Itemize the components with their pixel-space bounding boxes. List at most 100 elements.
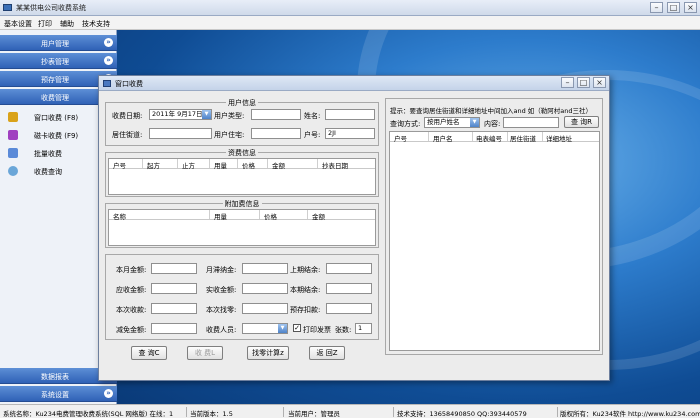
column-header: 户号 <box>394 135 407 143</box>
user-info-group: 用户信息 收费日期: 2011年 9月17日 ▼ 用户类型: 姓名: 居住街道: … <box>105 99 379 146</box>
query-hint: 提示：要查询居住街道和详细地址中间加入and 如（勒阿村and三社） <box>390 107 593 115</box>
query-mode-select[interactable]: 按用户姓名 ▼ <box>424 117 480 128</box>
street-label: 居住街道: <box>112 131 143 139</box>
dialog-title: 窗口收费 <box>115 80 143 88</box>
actual-amount-label: 实收金额: <box>206 286 237 294</box>
app-title: 某某供电公司收费系统 <box>16 4 86 12</box>
column-header: 金额 <box>272 162 285 170</box>
due-amount-field[interactable] <box>151 283 197 294</box>
window-charge-dialog: 窗口收费 – □ × 用户信息 收费日期: 2011年 9月17日 ▼ 用户类型:… <box>98 75 610 381</box>
user-results-grid[interactable]: 户号 用户名 电表编号 居住街道 详细地址 <box>389 131 600 351</box>
dialog-close-button[interactable]: × <box>593 77 606 88</box>
column-header: 名称 <box>113 213 126 221</box>
back-button[interactable]: 返 回Z <box>309 346 345 360</box>
status-system: 系统名称：Ku234电费管理收费系统(SQL 网络版) 在线：1 <box>3 410 174 418</box>
copies-field[interactable]: 1 <box>355 323 372 334</box>
billing-grid[interactable]: 户号 起方 止方 用量 价格 金额 抄表日期 <box>108 158 376 195</box>
calculate-change-button[interactable]: 找零计算z <box>247 346 289 360</box>
status-operator: 当前用户：管理员 <box>288 410 340 418</box>
change-label: 本次找零: <box>206 306 237 314</box>
app-title-bar: 某某供电公司收费系统 – □ × <box>0 0 700 16</box>
status-version: 当前版本：1.5 <box>190 410 233 418</box>
prev-balance-label: 上期结余: <box>290 266 321 274</box>
extra-fees-title: 附加费信息 <box>222 200 262 208</box>
address-field[interactable] <box>251 128 301 139</box>
dropdown-arrow-icon: ▼ <box>470 118 479 127</box>
column-header: 起方 <box>147 162 160 170</box>
sidebar-group-user-management[interactable]: 用户管理» <box>0 35 117 51</box>
column-header: 电表编号 <box>476 135 502 143</box>
late-fee-field[interactable] <box>242 263 288 274</box>
print-invoice-label: 打印发票 <box>303 326 331 334</box>
this-balance-field[interactable] <box>326 283 372 294</box>
house-number-label: 户号: <box>304 131 321 139</box>
column-header: 用户名 <box>433 135 453 143</box>
this-balance-label: 本期结余: <box>290 286 321 294</box>
maximize-button[interactable]: □ <box>667 2 680 13</box>
actual-amount-field[interactable] <box>242 283 288 294</box>
received-field[interactable] <box>151 303 197 314</box>
dialog-icon <box>103 80 111 87</box>
house-number-field[interactable]: 2JI <box>325 128 375 139</box>
column-header: 价格 <box>242 162 255 170</box>
prev-balance-field[interactable] <box>326 263 372 274</box>
sidebar-group-meter-reading[interactable]: 抄表管理» <box>0 53 117 69</box>
street-field[interactable] <box>149 128 212 139</box>
menu-print[interactable]: 打印 <box>38 19 52 29</box>
charge-date-picker[interactable]: 2011年 9月17日 ▼ <box>149 109 212 120</box>
totals-group: 本月金额: 月滞纳金: 上期结余: 应收金额: 实收金额: 本期结余: 本次收款… <box>105 254 379 340</box>
extra-fees-grid[interactable]: 名称 用量 价格 金额 <box>108 209 376 246</box>
menu-assist[interactable]: 辅助 <box>60 19 74 29</box>
name-field[interactable] <box>325 109 375 120</box>
user-results-header: 户号 用户名 电表编号 居住街道 详细地址 <box>390 132 599 143</box>
chevron-icon: » <box>104 56 113 65</box>
extra-fees-grid-header: 名称 用量 价格 金额 <box>109 210 375 221</box>
status-copyright: 版权所有：Ku234软件 http://www.ku234.com/ <box>560 410 700 418</box>
address-label: 用户住宅: <box>214 131 245 139</box>
user-type-field[interactable] <box>251 109 301 120</box>
extra-fees-group: 附加费信息 名称 用量 价格 金额 <box>105 200 379 248</box>
user-type-label: 用户类型: <box>214 112 245 120</box>
change-field[interactable] <box>242 303 288 314</box>
copies-label: 张数: <box>335 326 352 334</box>
dialog-title-bar: 窗口收费 – □ × <box>99 76 609 91</box>
column-header: 详细地址 <box>546 135 572 143</box>
billing-grid-header: 户号 起方 止方 用量 价格 金额 抄表日期 <box>109 159 375 170</box>
charge-date-label: 收费日期: <box>112 112 143 120</box>
cashier-label: 收费人员: <box>206 326 237 334</box>
query-content-label: 内容: <box>484 120 501 128</box>
app-icon <box>3 4 12 11</box>
column-header: 止方 <box>182 162 195 170</box>
print-invoice-checkbox[interactable]: ✓ <box>293 324 301 332</box>
dropdown-arrow-icon: ▼ <box>278 324 287 333</box>
menu-tech-support[interactable]: 技术支持 <box>82 19 110 29</box>
search-users-icon <box>8 166 18 176</box>
sidebar-group-system-settings[interactable]: 系统设置» <box>0 386 117 402</box>
received-label: 本次收款: <box>116 306 147 314</box>
query-button[interactable]: 查 询C <box>131 346 167 360</box>
month-amount-field[interactable] <box>151 263 197 274</box>
billing-group: 资费信息 户号 起方 止方 用量 价格 金额 抄表日期 <box>105 149 379 197</box>
query-content-field[interactable] <box>503 117 559 128</box>
column-header: 用量 <box>214 213 227 221</box>
menu-bar: 基本设置 打印 辅助 技术支持 <box>0 16 700 30</box>
menu-basic-settings[interactable]: 基本设置 <box>4 19 32 29</box>
document-icon <box>8 148 18 158</box>
prepay-deduct-label: 预存扣款: <box>290 306 321 314</box>
column-header: 抄表日期 <box>322 162 348 170</box>
discount-label: 减免金额: <box>116 326 147 334</box>
column-header: 户号 <box>113 162 126 170</box>
column-header: 用量 <box>214 162 227 170</box>
dialog-maximize-button[interactable]: □ <box>577 77 590 88</box>
column-header: 居住街道 <box>510 135 536 143</box>
charge-button[interactable]: 收 费L <box>187 346 223 360</box>
cashier-select[interactable]: ▼ <box>242 323 288 334</box>
close-button[interactable]: × <box>684 2 697 13</box>
prepay-deduct-field[interactable] <box>326 303 372 314</box>
query-search-button[interactable]: 查 询R <box>564 116 599 128</box>
due-amount-label: 应收金额: <box>116 286 147 294</box>
dialog-minimize-button[interactable]: – <box>561 77 574 88</box>
status-support: 技术支持：13658490850 QQ:393440579 <box>397 410 527 418</box>
minimize-button[interactable]: – <box>650 2 663 13</box>
discount-field[interactable] <box>151 323 197 334</box>
